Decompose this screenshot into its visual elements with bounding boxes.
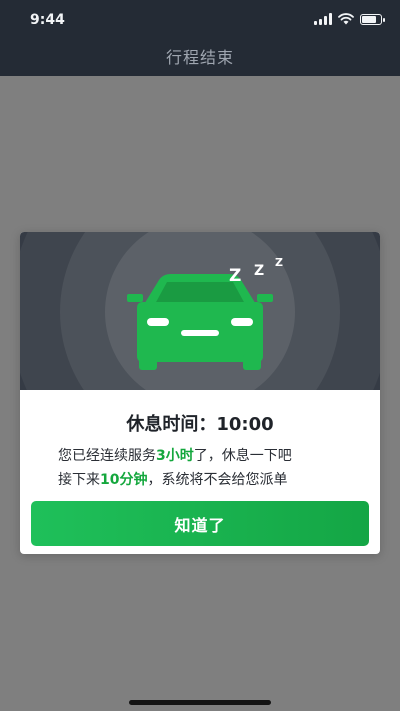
message-text: 了，休息一下吧 (193, 448, 292, 464)
car-icon (127, 274, 273, 370)
message-text: 接下来 (58, 472, 100, 488)
battery-icon (360, 13, 385, 25)
rest-time-title: 休息时间：10:00 (126, 414, 274, 435)
highlight-duration: 3小时 (156, 448, 194, 464)
highlight-duration: 10分钟 (100, 472, 148, 488)
dialog-illustration: Z Z Z (20, 232, 380, 390)
page-title: 行程结束 (165, 48, 234, 67)
rest-message: 您已经连续服务3小时了，休息一下吧 接下来10分钟，系统将不会给您派单 (58, 444, 360, 492)
got-it-button[interactable]: 知道了 (31, 501, 369, 546)
zzz-letter: Z (275, 256, 283, 269)
rest-message-line: 接下来10分钟，系统将不会给您派单 (58, 468, 360, 492)
zzz-letter: Z (254, 263, 265, 279)
status-icons (314, 12, 385, 26)
rest-message-line: 您已经连续服务3小时了，休息一下吧 (58, 444, 360, 468)
home-indicator (129, 700, 271, 705)
signal-icon (314, 13, 332, 25)
zzz-letter: Z (229, 266, 242, 286)
rest-dialog: Z Z Z 休息时间：10:00 您已经连续服务3小时了，休息一下吧 接下来10… (20, 232, 380, 554)
status-time: 9:44 (30, 12, 65, 28)
message-text: 您已经连续服务 (58, 448, 156, 464)
message-text: ，系统将不会给您派单 (147, 472, 288, 488)
top-bar: 9:44 行程结束 (0, 0, 400, 76)
wifi-icon (338, 13, 354, 25)
